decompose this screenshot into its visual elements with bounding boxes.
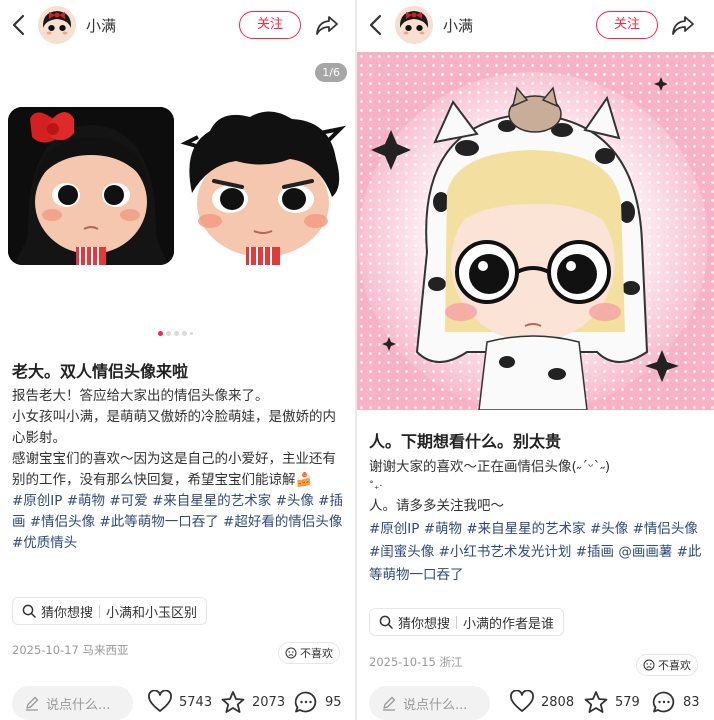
- like-button[interactable]: 2808: [509, 690, 574, 714]
- comment-button[interactable]: 83: [651, 690, 700, 714]
- guess-label: 猜你想搜: [41, 605, 94, 621]
- follow-button[interactable]: 关注: [239, 11, 301, 39]
- note-body: 谢谢大家的喜欢～正在画情侣头像(˶ˊᵕˋ˶) ˚₊‧ 人。请多多关注我吧～ #原…: [369, 456, 702, 587]
- dislike-label: 不喜欢: [658, 659, 691, 672]
- hashtag[interactable]: #萌物: [67, 493, 105, 509]
- top-bar: 小满 关注: [357, 0, 714, 50]
- pencil-icon: [383, 696, 396, 711]
- mention[interactable]: @画画薯: [618, 544, 672, 560]
- star-icon: [221, 691, 245, 713]
- star-button[interactable]: 2073: [220, 690, 285, 714]
- dislike-face-icon: [285, 647, 297, 659]
- body-line: ˚₊‧: [369, 481, 383, 492]
- comment-placeholder: 说点什么...: [46, 697, 111, 713]
- guess-search-chip[interactable]: 猜你想搜 小满和小玉区别: [12, 597, 208, 625]
- dislike-label: 不喜欢: [300, 647, 333, 660]
- carousel-dots: [158, 331, 193, 336]
- comment-bubble-icon: [294, 691, 317, 713]
- bottom-action-bar: 说点什么... 2808 579 83: [357, 680, 714, 720]
- star-button[interactable]: 579: [583, 690, 640, 714]
- carousel-dot: [166, 331, 171, 336]
- girl-avatar-image: [8, 107, 174, 265]
- carousel-dot: [190, 332, 193, 335]
- avatar[interactable]: [395, 6, 433, 44]
- share-icon[interactable]: [314, 12, 340, 38]
- follow-button[interactable]: 关注: [596, 11, 658, 39]
- image-counter: 1/6: [315, 63, 347, 82]
- hashtag[interactable]: #情侣头像: [633, 521, 698, 537]
- note-title: 人。下期想看什么。别太贵: [369, 432, 562, 451]
- like-count: 2808: [541, 694, 575, 710]
- pencil-icon: [26, 696, 39, 711]
- hashtag-list: #原创IP #萌物 #来自星星的艺术家 #头像 #情侣头像 #闺蜜头像 #小红书…: [369, 518, 702, 587]
- body-line: 感谢宝宝们的喜欢～因为这是自己的小爱好，主业还有别的工作，没有那么快回复，希望宝…: [12, 451, 336, 488]
- boy-avatar-image: [180, 107, 346, 265]
- comment-input[interactable]: 说点什么...: [369, 686, 490, 720]
- author-name[interactable]: 小满: [86, 15, 116, 36]
- carousel-dot: [174, 331, 179, 336]
- note-pane-right: 小满 关注 人。下期想看什么。别太贵 谢谢大家的喜欢～正在画情侣头像(˶ˊᵕˋ˶…: [357, 0, 714, 720]
- comment-input[interactable]: 说点什么...: [12, 686, 133, 720]
- search-icon: [379, 615, 393, 629]
- guess-label: 猜你想搜: [398, 616, 451, 632]
- hashtag[interactable]: #小红书艺术发光计划: [439, 544, 572, 560]
- hashtag[interactable]: #原创IP: [369, 521, 419, 537]
- body-line: 报告老大！答应给大家出的情侣头像来了。: [12, 388, 269, 404]
- guess-search-chip[interactable]: 猜你想搜 小满的作者是谁: [369, 608, 565, 636]
- star-count: 2073: [252, 694, 286, 710]
- hashtag[interactable]: #头像: [590, 521, 628, 537]
- hashtag-list: #原创IP #萌物 #可爱 #来自星星的艺术家 #头像 #插画 #情侣头像 #此…: [12, 491, 343, 554]
- avatar[interactable]: [38, 6, 76, 44]
- hashtag[interactable]: #优质情头: [12, 535, 77, 551]
- divider: [99, 604, 101, 618]
- like-button[interactable]: 5743: [147, 690, 212, 714]
- heart-icon: [510, 690, 534, 712]
- carousel-dot: [182, 331, 187, 336]
- body-line: 人。请多多关注我吧～: [369, 498, 504, 514]
- note-title: 老大。双人情侣头像来啦: [12, 362, 189, 381]
- hashtag[interactable]: #原创IP: [12, 493, 62, 509]
- star-count: 579: [615, 694, 640, 710]
- dislike-face-icon: [643, 659, 655, 671]
- heart-icon: [148, 690, 172, 712]
- star-icon: [584, 691, 608, 713]
- hashtag[interactable]: #萌物: [424, 521, 462, 537]
- post-date-location: 2025-10-17 马来西亚: [12, 643, 129, 657]
- hashtag[interactable]: #插画: [576, 544, 614, 560]
- body-line: 谢谢大家的喜欢～正在画情侣头像(˶ˊᵕˋ˶): [369, 459, 611, 475]
- hashtag[interactable]: #来自星星的艺术家: [466, 521, 585, 537]
- hashtag[interactable]: #来自星星的艺术家: [152, 493, 271, 509]
- dislike-button[interactable]: 不喜欢: [278, 642, 340, 664]
- top-bar: 小满 关注: [0, 0, 355, 50]
- body-line: 小女孩叫小满，是萌萌又傲娇的冷脸萌娃，是傲娇的内心影射。: [12, 409, 336, 446]
- dislike-button[interactable]: 不喜欢: [636, 654, 698, 676]
- hashtag[interactable]: #此等萌物一口吞了: [99, 514, 218, 530]
- back-arrow-icon[interactable]: [8, 12, 30, 38]
- hashtag[interactable]: #闺蜜头像: [369, 544, 434, 560]
- bottom-action-bar: 说点什么... 5743 2073 95: [0, 680, 355, 720]
- like-count: 5743: [179, 694, 213, 710]
- comment-count: 83: [683, 694, 700, 710]
- post-date-location: 2025-10-15 浙江: [369, 655, 463, 669]
- hashtag[interactable]: #超好看的情侣头像: [223, 514, 342, 530]
- back-arrow-icon[interactable]: [365, 12, 387, 38]
- cow-hood-girl-image[interactable]: [357, 52, 714, 410]
- divider: [456, 615, 458, 629]
- image-carousel[interactable]: 1/6: [0, 55, 355, 345]
- author-name[interactable]: 小满: [443, 15, 473, 36]
- guess-query[interactable]: 小满的作者是谁: [463, 613, 554, 632]
- guess-query[interactable]: 小满和小玉区别: [106, 602, 197, 621]
- comment-placeholder: 说点什么...: [403, 697, 468, 713]
- hashtag[interactable]: #可爱: [109, 493, 147, 509]
- hashtag[interactable]: #头像: [276, 493, 314, 509]
- search-icon: [22, 604, 36, 618]
- note-body: 报告老大！答应给大家出的情侣头像来了。 小女孩叫小满，是萌萌又傲娇的冷脸萌娃，是…: [12, 386, 343, 554]
- note-pane-left: 小满 关注 1/6 老大。双人情侣头像来啦 报告老大！答应给大家出的情侣头像来了…: [0, 0, 355, 720]
- carousel-dot: [158, 331, 163, 336]
- comment-count: 95: [325, 694, 342, 710]
- comment-button[interactable]: 95: [293, 690, 342, 714]
- hashtag[interactable]: #情侣头像: [30, 514, 95, 530]
- comment-bubble-icon: [652, 691, 675, 713]
- share-icon[interactable]: [670, 12, 696, 38]
